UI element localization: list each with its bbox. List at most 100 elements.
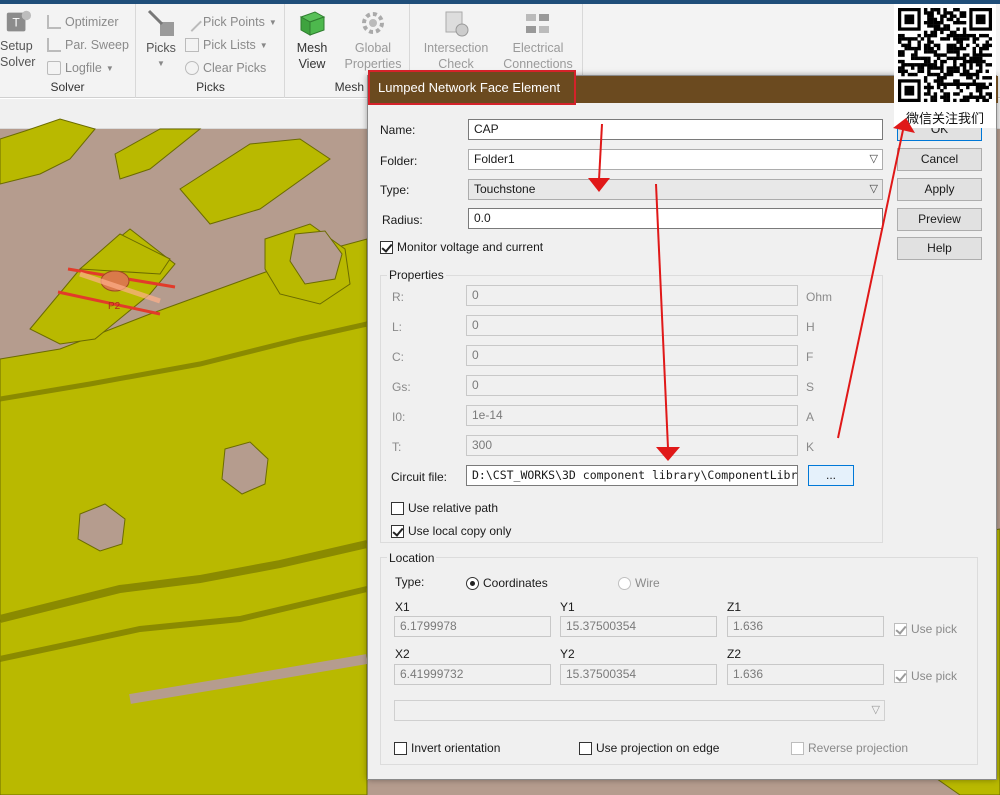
use-pick-1-label: Use pick (911, 622, 958, 636)
wire-radio[interactable]: Wire (618, 576, 660, 590)
chevron-down-icon: ▼ (105, 63, 114, 73)
x2-input[interactable]: 6.41999732 (394, 664, 551, 685)
property-input[interactable]: 0 (466, 345, 798, 366)
use-local-copy-label: Use local copy only (408, 524, 512, 538)
qr-code-icon (898, 8, 992, 102)
edge-select[interactable]: ▽ (394, 700, 885, 721)
use-local-copy-checkbox[interactable]: Use local copy only (391, 524, 511, 538)
plug-icon (526, 14, 549, 33)
mesh-view-button[interactable]: Mesh View (292, 8, 332, 72)
chevron-down-icon: ▼ (268, 17, 277, 27)
property-input[interactable]: 0 (466, 285, 798, 306)
picks-label: Picks (146, 41, 176, 55)
setup-solver-label: Setup Solver (0, 39, 36, 69)
browse-button[interactable]: ... (808, 465, 854, 486)
lumped-network-dialog: Lumped Network Face Element Name: CAP Fo… (367, 70, 998, 780)
y2-input[interactable]: 15.37500354 (560, 664, 717, 685)
use-pick-2-checkbox[interactable]: Use pick (894, 669, 957, 683)
use-projection-checkbox[interactable]: Use projection on edge (579, 741, 719, 755)
property-input[interactable]: 300 (466, 435, 798, 456)
optimizer-button[interactable]: Optimizer (47, 12, 118, 32)
clear-picks-button[interactable]: Clear Picks (185, 58, 266, 78)
circuit-file-label: Circuit file: (391, 470, 448, 484)
ribbon-group-solver: T Setup Solver Optimizer Par. Sweep Logf… (0, 4, 136, 98)
coordinates-label: Coordinates (483, 576, 548, 590)
port-label: P2 (108, 301, 121, 312)
pick-lists-button[interactable]: Pick Lists ▼ (185, 35, 268, 55)
qr-code-panel: 微信关注我们 (894, 4, 996, 128)
logfile-button[interactable]: Logfile ▼ (47, 58, 114, 78)
z1-input[interactable]: 1.636 (727, 616, 884, 637)
picks-button[interactable]: Picks ▼ (141, 8, 181, 72)
qr-caption: 微信关注我们 (905, 112, 984, 127)
use-pick-1-checkbox[interactable]: Use pick (894, 622, 957, 636)
property-unit: H (806, 320, 815, 334)
chevron-down-icon: ▼ (157, 59, 165, 68)
pick-lists-label: Pick Lists (203, 38, 256, 52)
properties-title: Properties (387, 268, 446, 282)
radius-input[interactable]: 0.0 (468, 208, 883, 229)
use-relative-path-checkbox[interactable]: Use relative path (391, 501, 498, 515)
optimizer-icon (47, 15, 61, 29)
property-input[interactable]: 0 (466, 315, 798, 336)
chevron-down-icon: ▽ (871, 704, 880, 716)
invert-orientation-label: Invert orientation (411, 741, 501, 755)
ribbon-group-picks: Picks ▼ Pick Points ▼ Pick Lists ▼ Clear… (137, 4, 285, 98)
name-label: Name: (380, 123, 416, 137)
preview-button[interactable]: Preview (897, 208, 982, 231)
setup-solver-button[interactable]: T Setup Solver (0, 8, 36, 70)
mesh-view-label: Mesh View (296, 41, 328, 71)
location-title: Location (387, 551, 437, 565)
x1-input[interactable]: 6.1799978 (394, 616, 551, 637)
type-label: Type: (380, 183, 410, 197)
global-properties-button[interactable]: Global Properties (342, 8, 404, 72)
invert-orientation-checkbox[interactable]: Invert orientation (394, 741, 500, 755)
reverse-projection-checkbox[interactable]: Reverse projection (791, 741, 908, 755)
y2-label: Y2 (560, 647, 575, 661)
y1-label: Y1 (560, 600, 575, 614)
property-unit: K (806, 440, 815, 454)
solver-group-label: Solver (50, 80, 85, 94)
help-button[interactable]: Help (897, 237, 982, 260)
clear-picks-label: Clear Picks (203, 61, 267, 75)
property-input[interactable]: 1e-14 (466, 405, 798, 426)
property-unit: F (806, 350, 814, 364)
par-sweep-button[interactable]: Par. Sweep (47, 35, 129, 55)
coordinates-radio[interactable]: Coordinates (466, 576, 548, 590)
electrical-connections-button[interactable]: Electrical Connections (499, 8, 577, 72)
type-select[interactable]: Touchstone ▽ (468, 179, 883, 200)
intersection-check-button[interactable]: Intersection Check (419, 8, 493, 72)
reverse-projection-label: Reverse projection (808, 741, 909, 755)
monitor-label: Monitor voltage and current (397, 240, 544, 254)
chevron-down-icon: ▽ (869, 153, 878, 165)
picks-icon (147, 9, 174, 36)
checkbox-checked-icon (894, 622, 907, 636)
folder-label: Folder: (380, 154, 418, 168)
pick-points-button[interactable]: Pick Points ▼ (182, 12, 277, 32)
property-input[interactable]: 0 (466, 375, 798, 396)
z1-label: Z1 (727, 600, 742, 614)
z2-label: Z2 (727, 647, 742, 661)
monitor-checkbox[interactable]: Monitor voltage and current (380, 240, 543, 254)
circuit-file-input[interactable]: D:\CST_WORKS\3D component library\Compon… (466, 465, 798, 486)
logfile-label: Logfile (65, 61, 102, 75)
property-label: R: (392, 290, 404, 304)
optimizer-label: Optimizer (65, 15, 119, 29)
z2-input[interactable]: 1.636 (727, 664, 884, 685)
property-unit: S (806, 380, 815, 394)
y1-input[interactable]: 15.37500354 (560, 616, 717, 637)
folder-select[interactable]: Folder1 ▽ (468, 149, 883, 170)
mesh-view-icon (299, 11, 326, 36)
x2-label: X2 (395, 647, 410, 661)
property-unit: Ohm (806, 290, 833, 304)
checkbox-unchecked-icon (579, 741, 592, 755)
par-sweep-label: Par. Sweep (65, 38, 129, 52)
property-label: T: (392, 440, 402, 454)
apply-button[interactable]: Apply (897, 178, 982, 201)
wire-label: Wire (635, 576, 660, 590)
gear-icon (362, 12, 384, 34)
name-input[interactable]: CAP (468, 119, 883, 140)
cancel-button[interactable]: Cancel (897, 148, 982, 171)
checkbox-unchecked-icon (391, 501, 404, 515)
intersection-check-icon (445, 11, 469, 37)
